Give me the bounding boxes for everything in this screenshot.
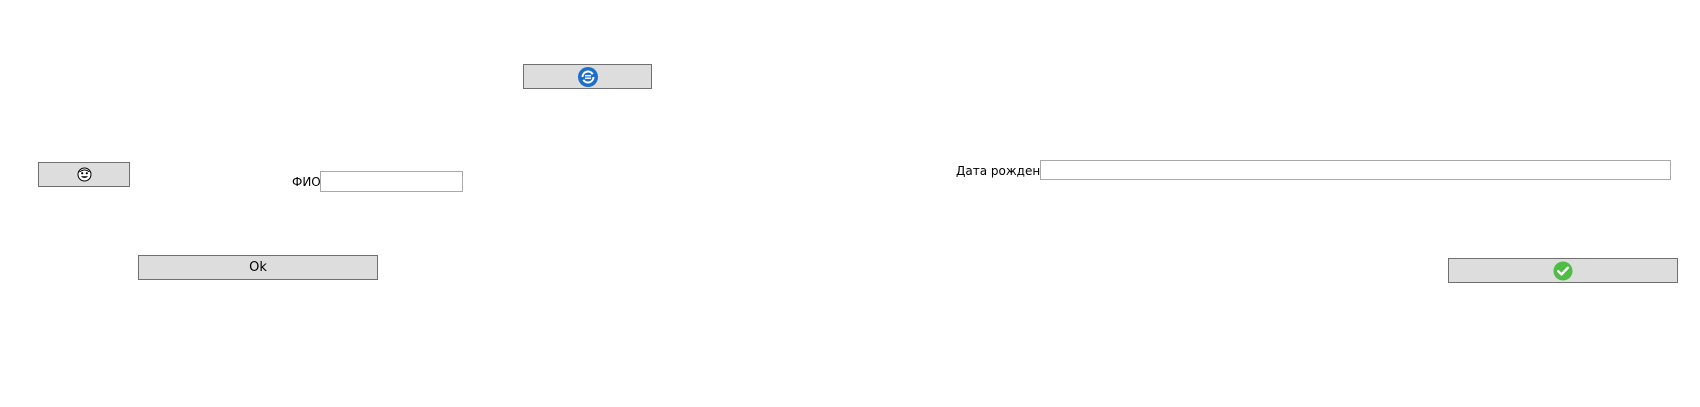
face-icon-button[interactable] [38, 162, 130, 187]
check-circle-icon [1553, 261, 1573, 281]
confirm-button[interactable] [1448, 258, 1678, 283]
refresh-button[interactable] [523, 64, 652, 89]
ok-button[interactable]: Ok [138, 255, 378, 280]
fio-label: ФИО [292, 175, 321, 189]
fio-input[interactable] [320, 171, 463, 192]
face-icon [77, 167, 92, 182]
refresh-icon [577, 66, 599, 88]
date-of-birth-input[interactable] [1040, 160, 1671, 180]
